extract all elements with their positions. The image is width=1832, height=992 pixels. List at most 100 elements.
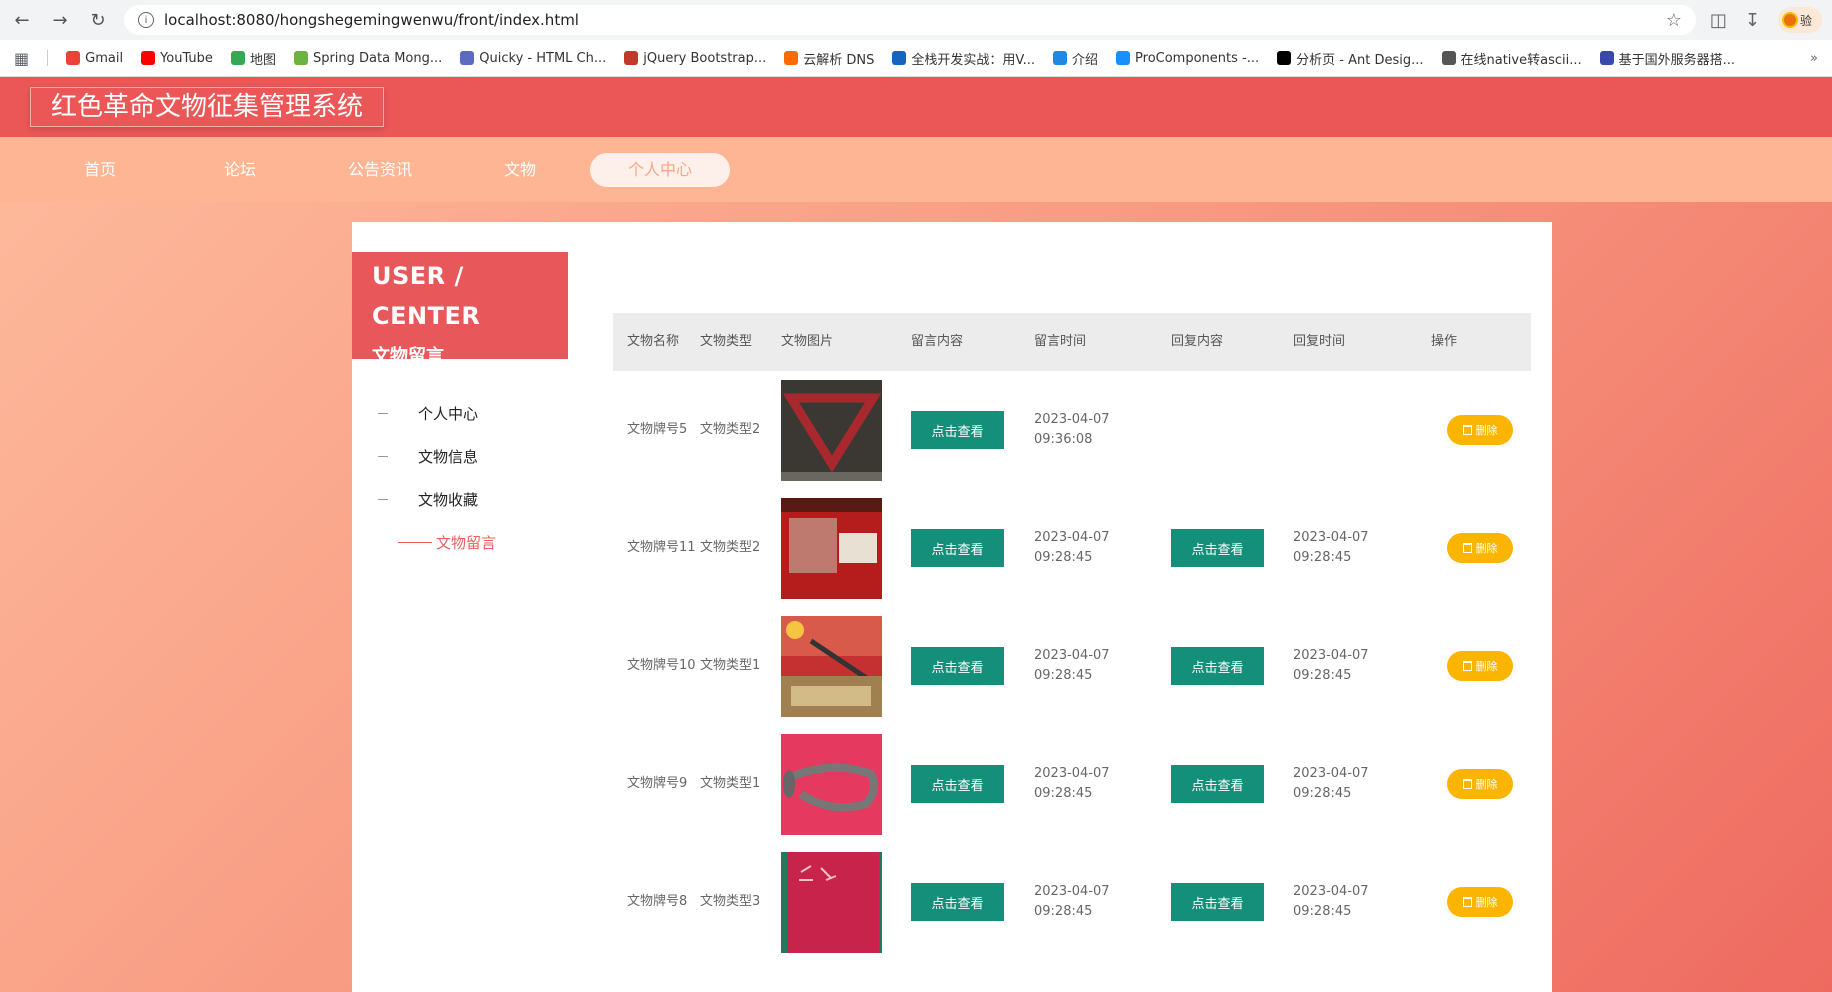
message-time: 2023-04-07 09:28:45 [1034,884,1110,919]
message-time: 2023-04-07 09:28:45 [1034,530,1110,565]
apps-grid-icon[interactable]: ▦ [14,49,29,68]
bugle-on-red-image [781,733,882,835]
bookmark-favicon-icon [293,51,308,65]
message-time: 2023-04-07 09:28:45 [1034,766,1110,801]
bookmark-item[interactable]: Spring Data Mong... [293,49,443,68]
artifact-name: 文物牌号11 [627,540,696,555]
bookmark-item[interactable]: 全栈开发实战：用V... [892,49,1035,68]
bookmark-item[interactable]: Gmail [66,49,123,68]
bookmark-list: Gmail YouTube 地图 Spring Data Mong... Quicky … [66,49,1735,68]
view-reply-button[interactable]: 点击查看 [1171,883,1264,921]
artifact-image-cell [781,379,911,481]
sidebar-item[interactable]: 个人中心 [378,392,496,435]
profile-button[interactable]: 验 [1778,7,1822,33]
bookmark-label: 基于国外服务器搭... [1618,52,1736,68]
sidebar-menu: 个人中心文物信息文物收藏文物留言 [378,392,496,564]
sidebar-item-label: 文物留言 [436,534,497,552]
reply-cell: 点击查看 [1171,647,1293,685]
delete-button[interactable]: 删除 [1447,415,1513,445]
table-row: 文物牌号9 文物类型1 点击查看 2023-04-07 09:28:45 点击查看 202… [613,725,1531,843]
nav-item-2[interactable]: 公告资讯 [310,153,450,187]
bookmark-item[interactable]: 基于国外服务器搭... [1599,49,1736,68]
view-message-button[interactable]: 点击查看 [911,765,1004,803]
bookmark-item[interactable]: 介绍 [1053,49,1098,68]
bookmark-item[interactable]: 地图 [230,49,276,68]
bookmark-label: jQuery Bootstrap... [643,50,767,66]
bookmark-favicon-icon [66,51,81,65]
sidebar-heading-cn: 文物留言 [372,346,444,367]
bookmark-item[interactable]: jQuery Bootstrap... [624,49,766,68]
artifact-image-cell [781,733,911,835]
extensions-icon[interactable]: ◫ [1710,10,1727,31]
delete-label: 删除 [1475,660,1498,673]
bookmark-item[interactable]: 云解析 DNS [784,49,874,68]
reply-cell: 点击查看 [1171,765,1293,803]
view-message-button[interactable]: 点击查看 [911,529,1004,567]
forward-icon[interactable]: → [48,8,72,32]
menu-dash [378,413,388,414]
nav-item-3[interactable]: 文物 [450,153,590,187]
more-bookmarks-icon[interactable]: » [1810,51,1818,66]
bookmark-favicon-icon [1599,51,1614,65]
delete-button[interactable]: 删除 [1447,651,1513,681]
bookmark-label: Spring Data Mong... [312,50,443,66]
table-row: 文物牌号8 文物类型3 点击查看 2023-04-07 09:28:45 点击查看 202… [613,843,1531,961]
bookmark-item[interactable]: ProComponents -... [1116,49,1259,68]
download-icon[interactable]: ↧ [1745,10,1760,31]
view-message-button[interactable]: 点击查看 [911,647,1004,685]
star-icon[interactable]: ☆ [1666,10,1682,31]
message-cell: 点击查看 [911,647,1034,685]
column-header: 留言内容 [911,334,964,349]
sidebar-item[interactable]: 文物信息 [378,435,496,478]
bookmark-favicon-icon [1053,51,1068,65]
bookmark-favicon-icon [892,51,907,65]
bookmark-label: 分析页 - Ant Desig... [1296,52,1424,68]
trash-icon [1462,543,1472,553]
sidebar-heading-en: USER / CENTER [372,262,481,330]
bookmark-item[interactable]: YouTube [141,49,213,68]
address-bar[interactable]: i localhost:8080/hongshegemingwenwu/fron… [124,5,1696,35]
sidebar-item[interactable]: 文物留言 [378,521,496,564]
message-time: 2023-04-07 09:28:45 [1034,648,1110,683]
nav-item-0[interactable]: 首页 [30,153,170,187]
bookmark-item[interactable]: Quicky - HTML Ch... [460,49,606,68]
delete-label: 删除 [1475,424,1498,437]
bookmark-item[interactable]: 分析页 - Ant Desig... [1277,49,1424,68]
bookmark-item[interactable]: 在线native转ascii... [1441,49,1582,68]
nav-item-1[interactable]: 论坛 [170,153,310,187]
trash-icon [1462,425,1472,435]
back-icon[interactable]: ← [10,8,34,32]
view-reply-button[interactable]: 点击查看 [1171,765,1264,803]
delete-button[interactable]: 删除 [1447,769,1513,799]
user-sidebar: USER / CENTER 文物留言 个人中心 文物信息 文物收藏 文物留言 [352,222,592,992]
delete-button[interactable]: 删除 [1447,533,1513,563]
action-cell: 删除 [1431,415,1531,445]
view-reply-button[interactable]: 点击查看 [1171,647,1264,685]
artifact-image-cell [781,497,911,599]
artifact-name: 文物牌号8 [627,894,688,909]
sidebar-item-label: 文物信息 [418,448,479,466]
bookmark-favicon-icon [624,51,639,65]
artifact-image-cell [781,851,911,953]
bookmark-label: ProComponents -... [1135,50,1260,66]
url-text[interactable]: localhost:8080/hongshegemingwenwu/front/… [164,11,1656,29]
artifact-image-cell [781,615,911,717]
bookmark-label: YouTube [160,50,213,66]
bookmark-favicon-icon [1116,51,1131,65]
reload-icon[interactable]: ↻ [86,8,110,32]
view-reply-button[interactable]: 点击查看 [1171,529,1264,567]
bookmark-favicon-icon [230,51,245,65]
delete-button[interactable]: 删除 [1447,887,1513,917]
sidebar-item-label: 文物收藏 [418,491,479,509]
sidebar-item[interactable]: 文物收藏 [378,478,496,521]
trash-icon [1462,661,1472,671]
nav-item-4[interactable]: 个人中心 [590,152,730,187]
table-row: 文物牌号5 文物类型2 点击查看 2023-04-07 09:36:08 删除 [613,371,1531,489]
artifact-type: 文物类型1 [700,658,761,673]
artifact-type: 文物类型2 [700,422,761,437]
column-header: 留言时间 [1034,334,1087,349]
view-message-button[interactable]: 点击查看 [911,883,1004,921]
site-info-icon[interactable]: i [138,12,154,28]
view-message-button[interactable]: 点击查看 [911,411,1004,449]
bookmark-label: Quicky - HTML Ch... [479,50,607,66]
